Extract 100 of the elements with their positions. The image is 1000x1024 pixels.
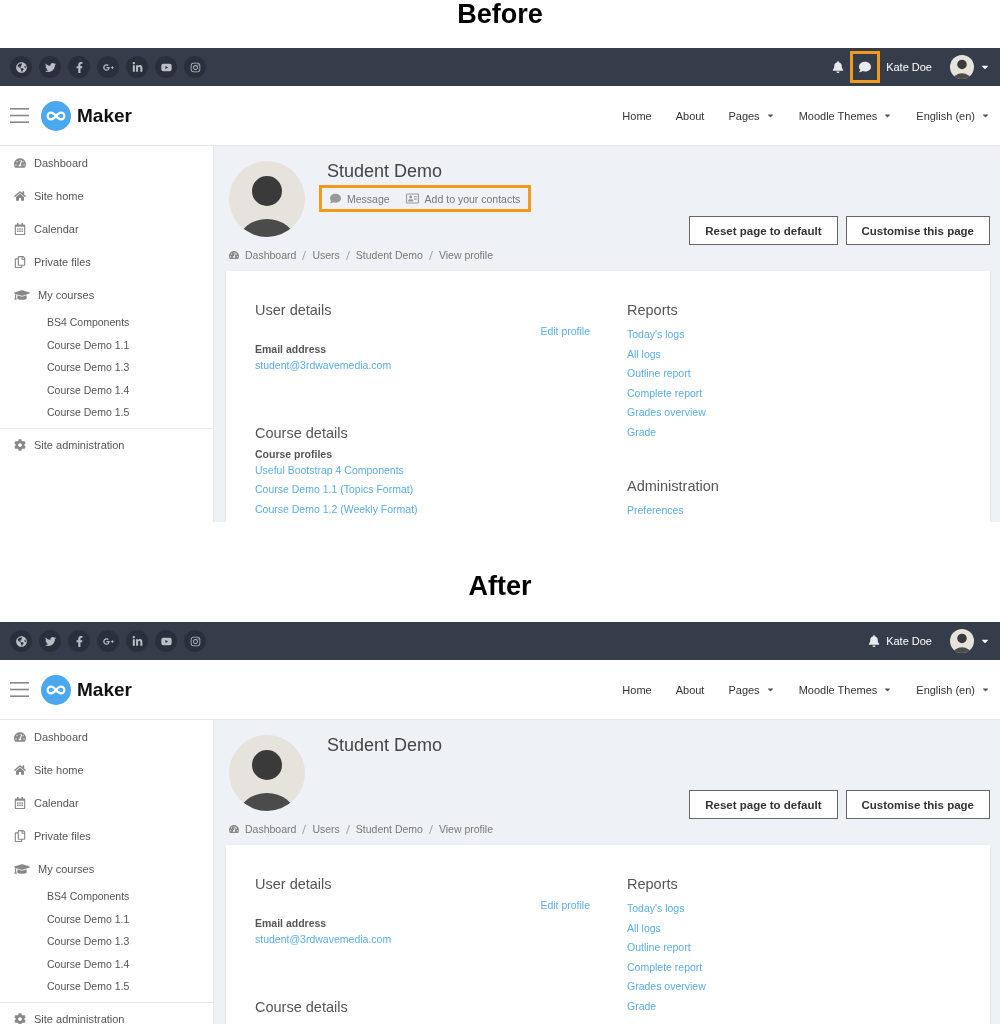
nav-link[interactable]: Pages — [728, 109, 775, 122]
google-plus-icon[interactable] — [97, 630, 119, 652]
nav-link[interactable]: Moodle Themes — [798, 683, 893, 696]
calendar-icon — [14, 796, 26, 809]
breadcrumb-link[interactable]: Dashboard — [245, 823, 297, 835]
profile-action-link[interactable]: Message — [330, 192, 390, 205]
sidebar-item[interactable]: My courses — [0, 852, 213, 885]
nav-link[interactable]: Moodle Themes — [798, 109, 893, 122]
course-item[interactable]: Course Demo 1.5 — [0, 975, 213, 998]
course-item[interactable]: Course Demo 1.5 — [0, 401, 213, 424]
course-item[interactable]: Course Demo 1.3 — [0, 930, 213, 953]
sidebar-item[interactable]: Site home — [0, 179, 213, 212]
dashboard-icon — [229, 250, 239, 260]
files-icon — [14, 829, 26, 842]
user-name[interactable]: Kate Doe — [886, 635, 932, 647]
instagram-icon[interactable] — [184, 56, 206, 78]
separator-icon — [428, 824, 433, 834]
caret-icon — [765, 685, 775, 694]
address-card-icon — [405, 192, 419, 205]
nav-link[interactable]: About — [675, 683, 705, 696]
logo-icon — [41, 674, 71, 705]
globe-icon[interactable] — [10, 56, 32, 78]
section-title: Course details — [255, 997, 349, 1016]
course-item[interactable]: Course Demo 1.1 — [0, 907, 213, 930]
sidebar-item[interactable]: Calendar — [0, 212, 213, 245]
menu-icon[interactable] — [10, 682, 29, 697]
twitter-icon[interactable] — [39, 56, 61, 78]
messages-button[interactable] — [850, 51, 881, 83]
page-button[interactable]: Reset page to default — [689, 216, 838, 245]
files-icon — [14, 255, 26, 268]
brand-name[interactable]: Maker — [77, 104, 132, 127]
breadcrumb-link[interactable]: Users — [312, 249, 340, 261]
youtube-icon[interactable] — [155, 56, 177, 78]
profile-name: Student Demo — [327, 735, 443, 755]
separator-icon — [345, 824, 350, 834]
breadcrumb-link[interactable]: Student Demo — [355, 823, 423, 835]
section-title: Reports — [627, 301, 679, 319]
breadcrumb-link[interactable]: Users — [312, 823, 340, 835]
sidebar-item[interactable]: Site administration — [0, 428, 213, 462]
field-label: Email address — [255, 917, 328, 929]
sidebar-item[interactable]: Calendar — [0, 786, 213, 819]
user-name[interactable]: Kate Doe — [886, 61, 932, 73]
facebook-icon[interactable] — [68, 56, 90, 78]
nav-link[interactable]: Pages — [728, 683, 775, 696]
course-item[interactable]: BS4 Components — [0, 885, 213, 908]
linkedin-icon[interactable] — [126, 56, 148, 78]
chat-bubble-icon — [859, 61, 872, 73]
page-button[interactable]: Reset page to default — [689, 790, 838, 819]
sidebar-item[interactable]: Dashboard — [0, 720, 213, 753]
nav-link[interactable]: English (en) — [916, 683, 990, 696]
nav-link[interactable]: Home — [622, 683, 652, 696]
globe-icon[interactable] — [10, 630, 32, 652]
logo-icon — [41, 100, 71, 131]
course-item[interactable]: BS4 Components — [0, 311, 213, 334]
menu-icon[interactable] — [10, 108, 29, 123]
course-item[interactable]: Course Demo 1.1 — [0, 333, 213, 356]
course-item[interactable]: Course Demo 1.4 — [0, 952, 213, 975]
sidebar-item[interactable]: My courses — [0, 278, 213, 311]
nav-link[interactable]: About — [675, 109, 705, 122]
sidebar-item[interactable]: Dashboard — [0, 146, 213, 179]
breadcrumb-link[interactable]: Student Demo — [355, 249, 423, 261]
home-icon — [14, 763, 26, 776]
nav-link[interactable]: English (en) — [916, 109, 990, 122]
notification-bell-icon[interactable] — [832, 61, 845, 73]
breadcrumb-link[interactable]: View profile — [438, 823, 493, 835]
caret-icon — [981, 685, 990, 694]
calendar-icon — [14, 222, 26, 235]
comparison-heading: Before — [457, 1, 543, 28]
nav-link[interactable]: Home — [622, 109, 652, 122]
chat-bubble-icon — [330, 193, 341, 204]
linkedin-icon[interactable] — [126, 630, 148, 652]
caret-icon — [883, 685, 893, 694]
sidebar-item[interactable]: Private files — [0, 819, 213, 852]
section-title: User details — [255, 301, 333, 319]
instagram-icon[interactable] — [184, 630, 206, 652]
breadcrumb-link[interactable]: Dashboard — [245, 249, 297, 261]
profile-name: Student Demo — [327, 161, 444, 181]
google-plus-icon[interactable] — [97, 56, 119, 78]
section-title: Administration — [627, 476, 720, 495]
page-button[interactable]: Customise this page — [845, 790, 990, 819]
separator-icon — [345, 250, 350, 260]
settings-icon — [14, 1013, 26, 1024]
profile-action-link[interactable]: Add to your contacts — [405, 192, 521, 205]
twitter-icon[interactable] — [39, 630, 61, 652]
sidebar-item[interactable]: Site home — [0, 753, 213, 786]
sidebar-item[interactable]: Site administration — [0, 1002, 213, 1024]
notification-bell-icon[interactable] — [868, 635, 881, 647]
youtube-icon[interactable] — [155, 630, 177, 652]
page-button[interactable]: Customise this page — [845, 216, 990, 245]
facebook-icon[interactable] — [68, 630, 90, 652]
settings-icon — [14, 439, 26, 451]
sidebar-item[interactable]: Private files — [0, 245, 213, 278]
caret-icon — [765, 111, 775, 120]
home-icon — [14, 189, 26, 202]
brand-name[interactable]: Maker — [77, 678, 132, 701]
course-item[interactable]: Course Demo 1.3 — [0, 356, 213, 379]
course-item[interactable]: Course Demo 1.4 — [0, 378, 213, 401]
avatar[interactable] — [950, 55, 974, 79]
avatar[interactable] — [950, 629, 974, 653]
breadcrumb-link[interactable]: View profile — [438, 249, 493, 261]
